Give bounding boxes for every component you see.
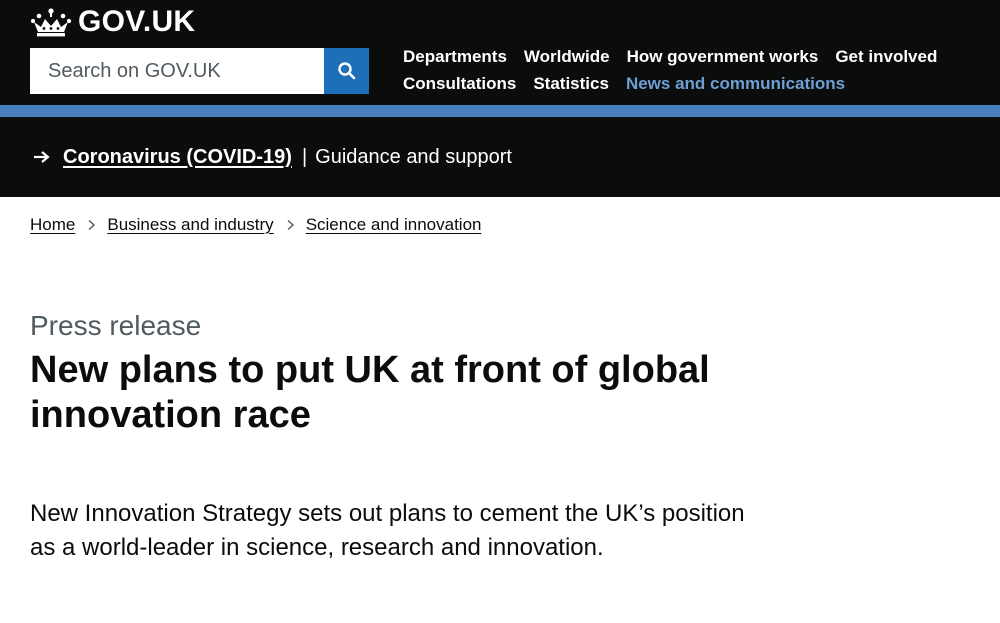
header-accent-bar [0, 105, 1000, 117]
covid-banner: Coronavirus (COVID-19) | Guidance and su… [0, 117, 1000, 197]
page-title: New plans to put UK at front of global i… [30, 349, 710, 436]
nav-link-statistics[interactable]: Statistics [533, 74, 609, 94]
nav-row-1: Departments Worldwide How government wor… [403, 43, 983, 70]
arrow-right-icon [34, 151, 50, 163]
banner-separator: | [301, 145, 308, 168]
lead-paragraph: New Innovation Strategy sets out plans t… [30, 500, 745, 561]
nav-link-worldwide[interactable]: Worldwide [524, 47, 610, 67]
coronavirus-link[interactable]: Coronavirus (COVID-19) [63, 146, 292, 169]
govuk-logo-link[interactable]: GOV.UK [30, 4, 195, 40]
site-header: GOV.UK Departments Worldwide How governm… [0, 0, 1000, 105]
search-button[interactable] [324, 48, 369, 94]
breadcrumb-science-and-innovation[interactable]: Science and innovation [306, 215, 482, 235]
chevron-right-icon [287, 219, 294, 231]
banner-text: Guidance and support [315, 145, 512, 168]
nav-link-consultations[interactable]: Consultations [403, 74, 516, 94]
search-icon [337, 62, 355, 80]
nav-link-how-government-works[interactable]: How government works [627, 47, 819, 67]
covid-banner-content: Coronavirus (COVID-19) | Guidance and su… [32, 144, 512, 170]
nav-row-2: Consultations Statistics News and commun… [403, 70, 983, 97]
search-form [30, 48, 369, 94]
nav-link-news-and-communications[interactable]: News and communications [626, 74, 845, 94]
search-input[interactable] [30, 48, 324, 94]
crown-icon [30, 8, 72, 37]
logo-text: GOV.UK [78, 5, 196, 38]
breadcrumb: Home Business and industry Science and i… [30, 214, 481, 236]
breadcrumb-home[interactable]: Home [30, 215, 75, 235]
nav-link-departments[interactable]: Departments [403, 47, 507, 67]
chevron-right-icon [88, 219, 96, 231]
nav-link-get-involved[interactable]: Get involved [835, 47, 937, 67]
main-navigation: Departments Worldwide How government wor… [403, 43, 983, 97]
breadcrumb-business-and-industry[interactable]: Business and industry [107, 215, 273, 235]
page-caption: Press release [30, 310, 202, 341]
